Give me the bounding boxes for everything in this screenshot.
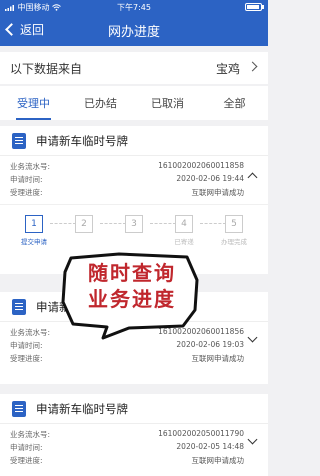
- card-header: 申请新车临时号牌: [0, 394, 268, 424]
- detail-row: 受理进度: 互联网申请成功: [0, 185, 268, 198]
- battery-icon: [245, 3, 262, 11]
- step-number: 2: [75, 215, 93, 233]
- detail-value: 2020-02-05 14:48: [176, 442, 244, 451]
- top-bar: 中国移动 下午7:45 返回 网办进度: [0, 0, 268, 46]
- tab-cancelled[interactable]: 已取消: [134, 86, 201, 120]
- chevron-right-icon: [247, 61, 258, 72]
- detail-value: 互联网申请成功: [191, 188, 245, 197]
- detail-key: 申请时间:: [10, 443, 43, 452]
- detail-row: 申请时间: 2020-02-06 19:44: [0, 172, 268, 185]
- battery-tip: [262, 5, 264, 9]
- detail-row: 受理进度: 互联网申请成功: [0, 453, 268, 466]
- detail-value: 互联网申请成功: [191, 354, 245, 363]
- status-bar: 中国移动 下午7:45: [0, 0, 268, 14]
- tab-in-progress[interactable]: 受理中: [0, 86, 67, 120]
- clock: 下午7:45: [117, 3, 151, 12]
- detail-value: 161002002050011790: [158, 429, 244, 438]
- step-number: 1: [25, 215, 43, 233]
- card-header: 申请新车临时号牌: [0, 126, 268, 156]
- step-4: 4 已寄递: [164, 215, 204, 246]
- detail-key: 申请时间:: [10, 175, 43, 184]
- detail-value: 2020-02-06 19:44: [176, 174, 244, 183]
- page-title: 网办进度: [107, 25, 160, 40]
- detail-row: 业务流水号: 161002002050011790: [0, 427, 268, 440]
- source-label: 以下数据来自: [10, 62, 83, 76]
- data-source-row[interactable]: 以下数据来自 宝鸡: [0, 52, 268, 84]
- step-number: 3: [125, 215, 143, 233]
- step-number: 5: [225, 215, 243, 233]
- step-2: 2: [64, 215, 104, 236]
- detail-row: 业务流水号: 161002002060011858: [0, 159, 268, 172]
- document-icon: [12, 132, 26, 149]
- step-3: 3: [114, 215, 154, 236]
- step-number: 4: [175, 215, 193, 233]
- progress-steps: 1 提交申请 2 3 4 已寄递 5 办理完成: [0, 204, 268, 252]
- status-tabs: 受理中 已办结 已取消 全部: [0, 86, 268, 120]
- promo-line-2: 业务进度: [88, 287, 176, 311]
- application-card[interactable]: 申请新车临时号牌 业务流水号: 161002002050011790 申请时间: 2…: [0, 394, 268, 476]
- detail-key: 受理进度:: [10, 354, 43, 363]
- detail-value: 互联网申请成功: [191, 456, 245, 465]
- card-title: 申请新车临时号牌: [36, 401, 128, 416]
- card-title: 申请新车临时号牌: [36, 133, 128, 148]
- detail-row: 申请时间: 2020-02-05 14:48: [0, 440, 268, 453]
- nav-bar: 返回 网办进度: [0, 18, 268, 44]
- document-icon: [12, 298, 26, 315]
- detail-key: 受理进度:: [10, 456, 43, 465]
- step-1: 1 提交申请: [14, 215, 54, 246]
- step-label: 已寄递: [174, 238, 194, 246]
- promo-speech-bubble: 随时查询 业务进度: [59, 250, 202, 340]
- detail-key: 业务流水号:: [10, 430, 51, 439]
- tab-all[interactable]: 全部: [201, 86, 268, 120]
- detail-value: 2020-02-06 19:03: [176, 340, 244, 349]
- detail-key: 申请时间:: [10, 341, 43, 350]
- tab-completed[interactable]: 已办结: [67, 86, 134, 120]
- step-5: 5 办理完成: [214, 215, 254, 246]
- step-label: 提交申请: [21, 238, 47, 246]
- detail-row: 受理进度: 互联网申请成功: [0, 351, 268, 364]
- detail-key: 受理进度:: [10, 188, 43, 197]
- detail-key: 业务流水号:: [10, 162, 51, 171]
- detail-value: 161002002060011858: [158, 161, 244, 170]
- step-label: 办理完成: [221, 238, 247, 246]
- detail-key: 业务流水号:: [10, 328, 51, 337]
- source-city: 宝鸡: [215, 62, 240, 76]
- document-icon: [12, 400, 26, 417]
- promo-line-1: 随时查询: [88, 261, 176, 285]
- card-details: 业务流水号: 161002002050011790 申请时间: 2020-02-05…: [0, 424, 268, 466]
- promo-text: 随时查询 业务进度: [65, 260, 199, 312]
- card-details: 业务流水号: 161002002060011858 申请时间: 2020-02-06…: [0, 156, 268, 198]
